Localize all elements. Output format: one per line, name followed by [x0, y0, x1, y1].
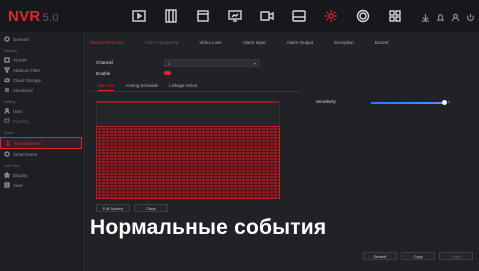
- top-right-tools: [421, 9, 475, 27]
- film-icon[interactable]: [160, 5, 182, 27]
- camera-preview: [96, 101, 280, 127]
- sensitivity-slider-fill: [371, 102, 445, 104]
- default-button[interactable]: Default: [363, 252, 397, 260]
- gear-icon: [4, 36, 10, 42]
- user-icon[interactable]: [451, 9, 460, 27]
- motion-area-grid[interactable]: [96, 126, 280, 199]
- sidebar-group-setting: Setting: [4, 100, 16, 104]
- full-screen-button[interactable]: Full Screen: [96, 204, 130, 212]
- tab-video-tampering[interactable]: Video Tampering: [145, 38, 179, 48]
- sidebar-item-frosting[interactable]: Frosting: [0, 116, 84, 126]
- video-icon[interactable]: [256, 5, 278, 27]
- channel-label: Channel: [96, 60, 114, 65]
- cloud-icon: [4, 77, 10, 83]
- star-icon: [4, 172, 10, 178]
- channel-value: 1: [168, 61, 171, 66]
- adjust-icon: [5, 88, 9, 92]
- event-tabs: Motion Detection Video Tampering Video L…: [90, 38, 410, 48]
- enable-label: Enable: [96, 71, 111, 76]
- event-icon: [6, 141, 10, 146]
- tab-alarm-output[interactable]: Alarm Output: [287, 38, 314, 48]
- tab-buzzer[interactable]: Buzzer: [375, 38, 389, 48]
- sidebar-item-smart-event[interactable]: Smart Event: [0, 149, 84, 159]
- power-icon[interactable]: [466, 9, 475, 27]
- storage-icon[interactable]: [288, 5, 310, 27]
- sensitivity-slider-knob[interactable]: [442, 100, 447, 105]
- sidebar-item-address-filter[interactable]: Address Filter: [0, 65, 84, 75]
- filter-icon: [4, 67, 10, 73]
- sidebar-item-user[interactable]: User: [0, 106, 84, 116]
- smart-icon: [4, 151, 10, 157]
- apply-button[interactable]: Apply: [439, 252, 473, 260]
- nvr-logo: NVR 5.0: [8, 8, 59, 25]
- settings-icon[interactable]: [320, 5, 342, 27]
- sidebar-item-advanced[interactable]: Advanced: [0, 85, 84, 95]
- window-icon[interactable]: [192, 5, 214, 27]
- camera-preview-top-strip: [96, 101, 278, 103]
- monitor-icon[interactable]: [224, 5, 246, 27]
- enable-toggle[interactable]: [164, 71, 171, 75]
- bell-icon[interactable]: [436, 9, 445, 27]
- grid-icon[interactable]: [384, 5, 406, 27]
- lan-icon: [4, 57, 10, 63]
- tab-video-loss[interactable]: Video Loss: [199, 38, 221, 48]
- sidebar-group-live-view: Live View: [4, 164, 20, 168]
- sidebar-item-view[interactable]: View: [0, 180, 84, 190]
- sidebar-item-normal-event[interactable]: Normal Event: [0, 137, 82, 149]
- sensitivity-label: Sensitivity: [316, 99, 336, 104]
- sensitivity-value: 6: [448, 100, 450, 104]
- sidebar-group-network: Network: [4, 49, 18, 53]
- subtab-arming-schedule[interactable]: Arming Schedule: [125, 82, 158, 91]
- channel-select[interactable]: 1 ▾: [164, 59, 260, 67]
- user-icon: [4, 108, 10, 114]
- tab-alarm-input[interactable]: Alarm Input: [243, 38, 266, 48]
- sidebar-group-event: Event: [4, 131, 14, 135]
- motion-subtabs: Set Area Arming Schedule Linkage Action: [98, 82, 208, 91]
- tab-exception[interactable]: Exception: [334, 38, 354, 48]
- clear-button[interactable]: Clear: [134, 204, 168, 212]
- subtab-linkage-action[interactable]: Linkage Action: [169, 82, 197, 91]
- monitor-icon: [4, 118, 10, 123]
- sidebar-item-general[interactable]: General: [0, 34, 84, 44]
- sidebar-item-cloud-storage[interactable]: Cloud Storage: [0, 75, 84, 85]
- sidebar-item-tcpip[interactable]: TCP/IP: [0, 55, 84, 65]
- top-bar: NVR 5.0: [0, 0, 479, 32]
- copy-button[interactable]: Copy: [401, 252, 435, 260]
- caption-overlay: Нормальные события: [90, 216, 327, 239]
- divider: [90, 91, 300, 92]
- tab-motion-detection[interactable]: Motion Detection: [90, 38, 124, 48]
- playback-icon[interactable]: [128, 5, 150, 27]
- download-icon[interactable]: [421, 9, 430, 27]
- top-nav: [128, 5, 406, 27]
- sidebar: General Network TCP/IP Address Filter Cl…: [0, 32, 85, 271]
- network-icon[interactable]: [352, 5, 374, 27]
- chevron-down-icon: ▾: [253, 61, 256, 66]
- view-icon: [4, 182, 10, 188]
- sidebar-item-display[interactable]: Display: [0, 170, 84, 180]
- subtab-set-area[interactable]: Set Area: [98, 82, 115, 91]
